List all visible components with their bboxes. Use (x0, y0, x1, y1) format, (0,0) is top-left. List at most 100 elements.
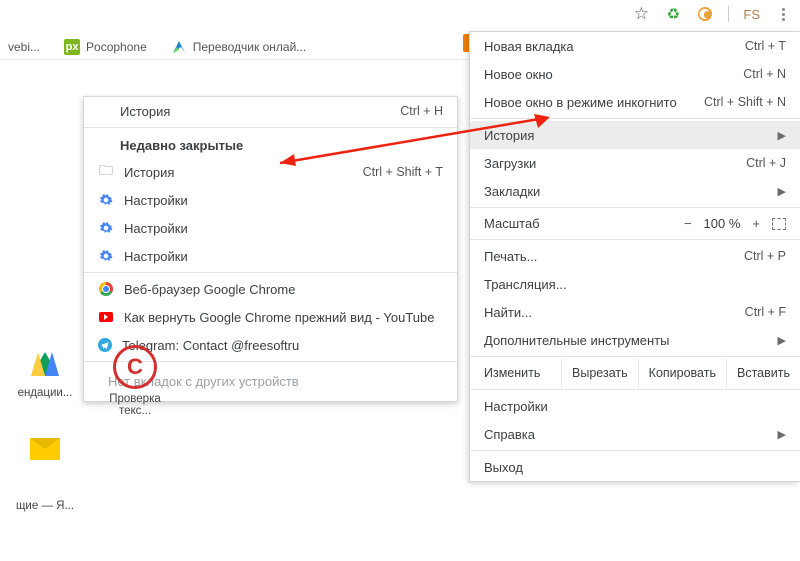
submenu-shortcut: Ctrl + H (400, 104, 443, 118)
menu-separator (84, 272, 457, 273)
item-label: Веб-браузер Google Chrome (124, 282, 295, 297)
menu-label: Изменить (470, 359, 562, 387)
recent-item[interactable]: Настройки (84, 214, 457, 242)
gear-icon (98, 248, 114, 264)
zoom-value: 100 % (704, 216, 741, 231)
menu-shortcut: Ctrl + N (743, 67, 786, 81)
menu-separator (470, 207, 800, 208)
menu-new-tab[interactable]: Новая вкладка Ctrl + T (470, 32, 800, 60)
recent-item[interactable]: Как вернуть Google Chrome прежний вид - … (84, 303, 457, 331)
bookmarks-bar: vebi... px Pocophone Переводчик онлай... (0, 34, 470, 60)
mail-icon (26, 430, 64, 468)
bookmark-item[interactable]: vebi... (8, 40, 40, 54)
item-label: История (124, 165, 174, 180)
copyright-icon: C (113, 345, 157, 389)
item-label: Как вернуть Google Chrome прежний вид - … (124, 310, 434, 325)
item-shortcut: Ctrl + Shift + T (363, 165, 443, 179)
edit-copy-button[interactable]: Копировать (639, 359, 727, 387)
bookmark-item[interactable]: Переводчик онлай... (171, 39, 307, 55)
menu-label: Трансляция... (484, 277, 567, 292)
desktop-shortcut[interactable]: щие — Я... (6, 500, 84, 514)
edit-paste-button[interactable]: Вставить (727, 359, 800, 387)
item-label: Настройки (124, 221, 188, 236)
favicon-icon: px (64, 39, 80, 55)
chevron-right-icon: ▶ (778, 334, 786, 347)
recycle-icon[interactable]: ♻ (664, 5, 682, 23)
menu-print[interactable]: Печать... Ctrl + P (470, 242, 800, 270)
submenu-history-link[interactable]: История Ctrl + H (84, 97, 457, 125)
desktop-label: щие — Я... (6, 500, 84, 514)
chevron-right-icon: ▶ (778, 185, 786, 198)
menu-label: Настройки (484, 399, 548, 414)
menu-separator (470, 450, 800, 451)
menu-cast[interactable]: Трансляция... (470, 270, 800, 298)
menu-label: Печать... (484, 249, 537, 264)
extension-icon[interactable] (696, 5, 714, 23)
item-label: Настройки (124, 249, 188, 264)
desktop-shortcut[interactable]: C Проверка текс... (95, 345, 175, 417)
menu-zoom: Масштаб − 100 % + (470, 210, 800, 237)
zoom-in-button[interactable]: + (752, 216, 760, 231)
chrome-main-menu: Новая вкладка Ctrl + T Новое окно Ctrl +… (469, 31, 800, 482)
zoom-out-button[interactable]: − (684, 216, 692, 231)
menu-exit[interactable]: Выход (470, 453, 800, 481)
submenu-label: История (98, 104, 170, 119)
recent-item[interactable]: Настройки (84, 186, 457, 214)
fullscreen-icon[interactable] (772, 218, 786, 230)
desktop-shortcut[interactable] (6, 430, 84, 472)
recent-item[interactable]: Веб-браузер Google Chrome (84, 275, 457, 303)
menu-settings[interactable]: Настройки (470, 392, 800, 420)
menu-label: Новая вкладка (484, 39, 574, 54)
gear-icon (98, 192, 114, 208)
menu-edit-row: Изменить Вырезать Копировать Вставить (470, 359, 800, 387)
toolbar-divider (728, 6, 729, 22)
chrome-menu-button[interactable] (774, 8, 792, 21)
menu-downloads[interactable]: Загрузки Ctrl + J (470, 149, 800, 177)
item-label: Настройки (124, 193, 188, 208)
desktop-shortcut[interactable]: ендации... (6, 345, 84, 401)
menu-bookmarks[interactable]: Закладки ▶ (470, 177, 800, 205)
menu-label: Новое окно в режиме инкогнито (484, 95, 677, 110)
menu-shortcut: Ctrl + Shift + N (704, 95, 786, 109)
bookmark-label: Переводчик онлай... (193, 40, 307, 54)
menu-separator (84, 127, 457, 128)
menu-new-window[interactable]: Новое окно Ctrl + N (470, 60, 800, 88)
menu-label: Масштаб (484, 216, 684, 231)
menu-shortcut: Ctrl + F (745, 305, 786, 319)
menu-find[interactable]: Найти... Ctrl + F (470, 298, 800, 326)
menu-label: Найти... (484, 305, 532, 320)
menu-incognito[interactable]: Новое окно в режиме инкогнито Ctrl + Shi… (470, 88, 800, 116)
menu-label: Загрузки (484, 156, 536, 171)
chevron-right-icon: ▶ (778, 129, 786, 142)
edit-cut-button[interactable]: Вырезать (562, 359, 639, 387)
menu-help[interactable]: Справка ▶ (470, 420, 800, 448)
google-drive-icon (26, 345, 64, 383)
menu-label: Справка (484, 427, 535, 442)
folder-icon: 🗀 (98, 164, 114, 180)
recent-item[interactable]: 🗀 История Ctrl + Shift + T (84, 158, 457, 186)
browser-toolbar: ☆ ♻ FS (632, 5, 792, 23)
menu-shortcut: Ctrl + P (744, 249, 786, 263)
menu-label: Новое окно (484, 67, 553, 82)
menu-separator (470, 239, 800, 240)
menu-more-tools[interactable]: Дополнительные инструменты ▶ (470, 326, 800, 354)
menu-label: Закладки (484, 184, 540, 199)
menu-label: Дополнительные инструменты (484, 333, 670, 348)
menu-label: История (484, 128, 534, 143)
menu-history[interactable]: История ▶ (470, 121, 800, 149)
menu-separator (470, 389, 800, 390)
bookmark-item[interactable]: px Pocophone (64, 39, 147, 55)
menu-separator (470, 118, 800, 119)
youtube-icon (98, 309, 114, 325)
menu-separator (470, 356, 800, 357)
star-icon[interactable]: ☆ (632, 5, 650, 23)
recent-item[interactable]: Настройки (84, 242, 457, 270)
bookmark-label: vebi... (8, 40, 40, 54)
profile-badge[interactable]: FS (743, 7, 760, 22)
bookmark-label: Pocophone (86, 40, 147, 54)
zoom-controls: − 100 % + (684, 216, 786, 231)
gear-icon (98, 220, 114, 236)
desktop-label: Проверка текс... (95, 393, 175, 417)
favicon-icon (171, 39, 187, 55)
menu-shortcut: Ctrl + J (746, 156, 786, 170)
